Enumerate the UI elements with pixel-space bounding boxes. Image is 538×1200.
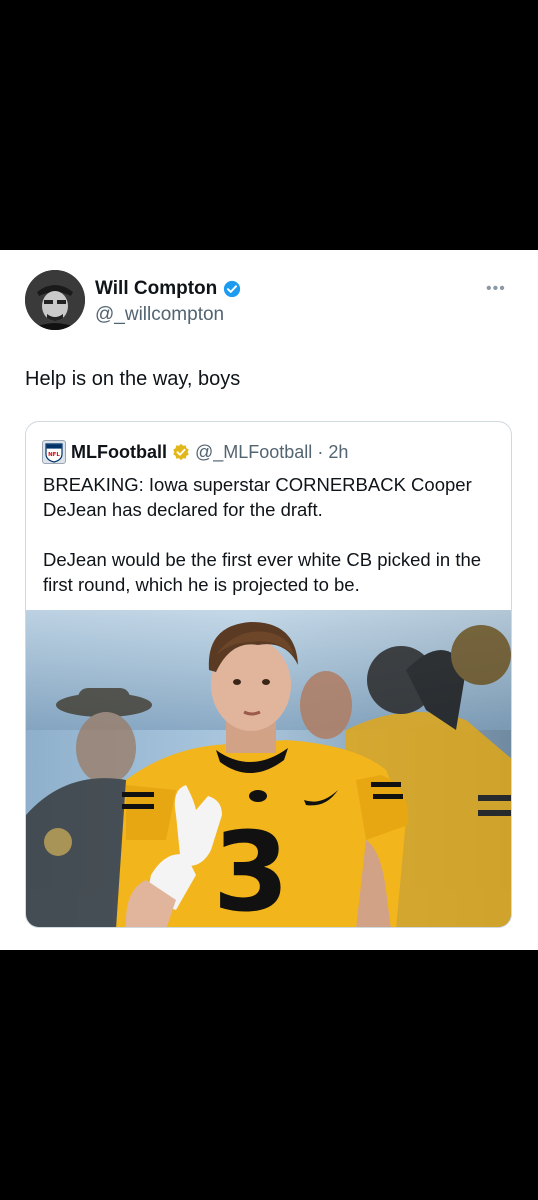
svg-text:3: 3 bbox=[213, 808, 290, 928]
verified-badge-icon bbox=[224, 280, 241, 298]
football-player-photo: 3 bbox=[26, 610, 511, 928]
quoted-tweet[interactable]: NFL MLFootball @_MLFootball · 2h BREAKIN… bbox=[25, 421, 512, 928]
author-handle[interactable]: @_willcompton bbox=[95, 304, 224, 326]
tweet-text: Help is on the way, boys bbox=[25, 368, 241, 390]
author-row: Will Compton bbox=[95, 278, 241, 300]
author-name[interactable]: Will Compton bbox=[95, 278, 217, 300]
more-options-icon[interactable]: ••• bbox=[486, 280, 506, 298]
quoted-tweet-image[interactable]: 3 bbox=[26, 610, 511, 928]
quoted-tweet-text: BREAKING: Iowa superstar CORNERBACK Coop… bbox=[43, 472, 503, 622]
quoted-paragraph-2: DeJean would be the first ever white CB … bbox=[43, 549, 482, 595]
quoted-tweet-header: NFL MLFootball @_MLFootball · 2h bbox=[42, 440, 348, 464]
quoted-author-name[interactable]: MLFootball bbox=[71, 442, 167, 463]
avatar[interactable] bbox=[25, 270, 85, 330]
dot-separator: · bbox=[317, 441, 324, 462]
gold-verified-badge-icon bbox=[173, 443, 189, 461]
svg-text:NFL: NFL bbox=[48, 452, 60, 458]
nfl-logo-icon: NFL bbox=[42, 440, 66, 464]
avatar-image bbox=[25, 270, 85, 330]
quoted-author-handle[interactable]: @_MLFootball bbox=[195, 442, 312, 463]
quoted-paragraph-1: BREAKING: Iowa superstar CORNERBACK Coop… bbox=[43, 474, 472, 520]
quoted-timestamp[interactable]: 2h bbox=[328, 442, 348, 463]
